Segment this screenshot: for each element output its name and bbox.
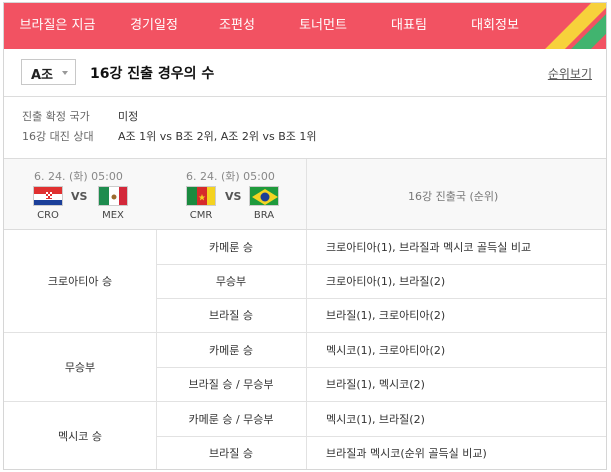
tab-brazil-now[interactable]: 브라질은 지금 xyxy=(4,3,111,49)
opponent-label: 16강 대진 상대 xyxy=(22,130,94,143)
divider xyxy=(306,159,307,229)
scenario-result-b: 무승부 xyxy=(215,275,247,288)
worldcup-widget: 브라질은 지금 경기일정 조편성 토너먼트 대표팀 대회정보 A조 16강 진출… xyxy=(3,2,607,470)
brazil-flag xyxy=(249,186,279,206)
status-row: 진출 확정 국가 미정 xyxy=(22,108,138,124)
match-date: 6. 24. (화) 05:00 xyxy=(34,170,123,183)
match-2: 6. 24. (화) 05:00 CMR VS BRA xyxy=(156,159,306,229)
scenario-result-b: 카메룬 승 / 무승부 xyxy=(188,413,274,426)
match-1: 6. 24. (화) 05:00 CRO VS MEX xyxy=(4,159,156,229)
mexico-flag xyxy=(98,186,128,206)
group-header: A조 16강 진출 경우의 수 순위보기 xyxy=(4,49,606,97)
scenario-result-b: 카메룬 승 xyxy=(209,241,253,254)
opponent-value: A조 1위 vs B조 2위, A조 2위 vs B조 1위 xyxy=(118,130,317,143)
scenario-result-b: 브라질 승 xyxy=(209,309,253,322)
scenario-qualifiers: 브라질과 멕시코(순위 골득실 비교) xyxy=(326,447,487,460)
croatia-flag xyxy=(33,186,63,206)
team-code: MEX xyxy=(102,210,124,221)
scenario-result-b: 브라질 승 / 무승부 xyxy=(188,378,274,391)
scenario-qualifiers: 크로아티아(1), 브라질과 멕시코 골득실 비교 xyxy=(326,241,532,254)
divider xyxy=(306,230,307,469)
match-header: 6. 24. (화) 05:00 CRO VS MEX 6. 24. (화) 0… xyxy=(4,158,606,230)
qualification-info: 진출 확정 국가 미정 16강 대진 상대 A조 1위 vs B조 2위, A조… xyxy=(4,98,606,158)
scenario-result-b: 카메룬 승 xyxy=(209,344,253,357)
vs-label: VS xyxy=(225,190,242,203)
page-title: 16강 진출 경우의 수 xyxy=(90,66,215,82)
scenario-qualifiers: 브라질(1), 멕시코(2) xyxy=(326,378,425,391)
scenario-result-a: 무승부 xyxy=(64,361,96,374)
status-value: 미정 xyxy=(118,110,139,123)
rank-link[interactable]: 순위보기 xyxy=(548,65,592,82)
scenario-result-a: 멕시코 승 xyxy=(58,430,102,443)
tab-tournament[interactable]: 토너먼트 xyxy=(277,3,369,49)
top-navigation: 브라질은 지금 경기일정 조편성 토너먼트 대표팀 대회정보 xyxy=(4,3,606,49)
team-code: CMR xyxy=(189,210,213,221)
status-label: 진출 확정 국가 xyxy=(22,110,90,123)
scenario-result-a: 크로아티아 승 xyxy=(47,275,113,288)
scenario-qualifiers: 브라질(1), 크로아티아(2) xyxy=(326,309,446,322)
group-select-value: A조 xyxy=(31,68,54,83)
scenario-qualifiers: 멕시코(1), 크로아티아(2) xyxy=(326,344,446,357)
scenario-result-b: 브라질 승 xyxy=(209,447,253,460)
tab-tournament-info[interactable]: 대회정보 xyxy=(449,3,541,49)
vs-label: VS xyxy=(71,190,88,203)
tab-national-team[interactable]: 대표팀 xyxy=(369,3,449,49)
opponent-row: 16강 대진 상대 A조 1위 vs B조 2위, A조 2위 vs B조 1위 xyxy=(22,128,317,144)
scenario-qualifiers: 크로아티아(1), 브라질(2) xyxy=(326,275,446,288)
qualifier-column-header: 16강 진출국 (순위) xyxy=(408,190,499,203)
scenario-qualifiers: 멕시코(1), 브라질(2) xyxy=(326,413,425,426)
tab-schedule[interactable]: 경기일정 xyxy=(111,3,197,49)
tab-groups[interactable]: 조편성 xyxy=(197,3,277,49)
team-code: CRO xyxy=(37,210,59,221)
cameroon-flag xyxy=(186,186,216,206)
chevron-down-icon xyxy=(62,71,68,75)
group-select[interactable]: A조 xyxy=(21,59,76,85)
team-code: BRA xyxy=(253,210,275,221)
match-date: 6. 24. (화) 05:00 xyxy=(186,170,275,183)
